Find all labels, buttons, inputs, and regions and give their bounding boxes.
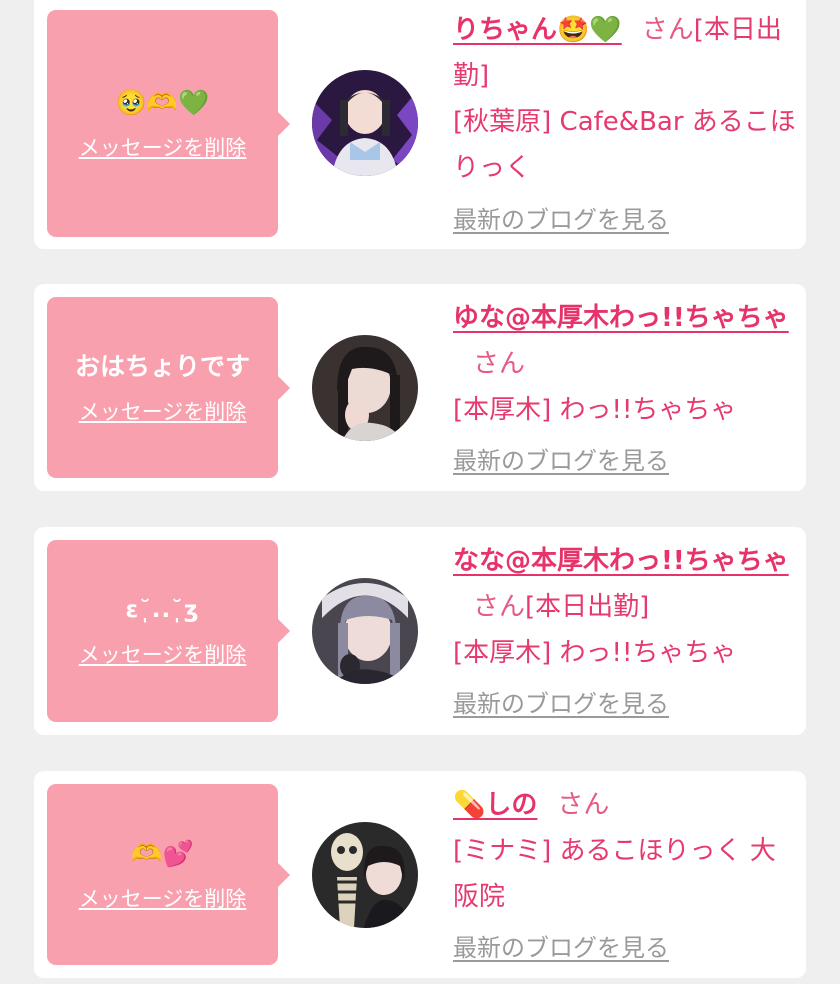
avatar[interactable] xyxy=(312,70,418,176)
delete-message-link[interactable]: メッセージを削除 xyxy=(79,883,247,913)
delete-message-link[interactable]: メッセージを削除 xyxy=(79,639,247,669)
message-card: 🥹🫶💚 メッセージを削除 りちゃん🤩💚 さん[本日出勤] [秋葉原] Cafe&B… xyxy=(34,0,806,249)
honorific: さん xyxy=(473,349,526,379)
cast-name-link[interactable]: ゆな@本厚木わっ!!ちゃちゃ xyxy=(453,303,789,333)
latest-blog-link[interactable]: 最新のブログを見る xyxy=(453,684,669,719)
honorific: さん xyxy=(557,790,610,820)
avatar[interactable] xyxy=(312,335,418,441)
avatar[interactable] xyxy=(312,578,418,684)
message-list: 🥹🫶💚 メッセージを削除 りちゃん🤩💚 さん[本日出勤] [秋葉原] Cafe&B… xyxy=(0,0,840,984)
shop-name: [本厚木] わっ!!ちゃちゃ xyxy=(453,395,737,425)
cast-info: ゆな@本厚木わっ!!ちゃちゃさん [本厚木] わっ!!ちゃちゃ xyxy=(453,295,798,433)
message-card: おはちょりです メッセージを削除 ゆな@本厚木わっ!!ちゃちゃさん [本厚木] … xyxy=(34,284,806,491)
cast-info: なな@本厚木わっ!!ちゃちゃさん[本日出勤] [本厚木] わっ!!ちゃちゃ xyxy=(453,538,798,676)
delete-message-link[interactable]: メッセージを削除 xyxy=(79,396,247,426)
cast-info: 💊しの さん [ミナミ] あるこほりっく 大阪院 xyxy=(453,782,798,920)
message-text: 🥹🫶💚 xyxy=(115,87,210,117)
message-bubble: おはちょりです メッセージを削除 xyxy=(47,297,290,478)
latest-blog-link[interactable]: 最新のブログを見る xyxy=(453,200,669,235)
cast-info: りちゃん🤩💚 さん[本日出勤] [秋葉原] Cafe&Bar あるこほりっく xyxy=(453,7,798,191)
message-text: ε˘̩..˘̩ʒ xyxy=(125,597,200,623)
message-text: おはちょりです xyxy=(74,351,250,381)
attendance-status: [本日出勤] xyxy=(525,592,650,622)
shop-name: [ミナミ] あるこほりっく 大阪院 xyxy=(453,836,776,912)
shop-name: [本厚木] わっ!!ちゃちゃ xyxy=(453,638,737,668)
honorific: さん xyxy=(641,15,694,45)
message-text: 🫶💕 xyxy=(131,838,194,868)
latest-blog-link[interactable]: 最新のブログを見る xyxy=(453,441,669,476)
honorific: さん xyxy=(473,592,526,622)
cast-name-link[interactable]: りちゃん🤩💚 xyxy=(453,15,622,45)
message-card: ε˘̩..˘̩ʒ メッセージを削除 なな@本厚木わっ!!ちゃちゃさん[本日出勤]… xyxy=(34,527,806,735)
cast-name-link[interactable]: 💊しの xyxy=(453,790,537,820)
delete-message-link[interactable]: メッセージを削除 xyxy=(79,132,247,162)
avatar[interactable] xyxy=(312,822,418,928)
message-bubble: 🥹🫶💚 メッセージを削除 xyxy=(47,10,290,237)
latest-blog-link[interactable]: 最新のブログを見る xyxy=(453,928,669,963)
message-bubble: 🫶💕 メッセージを削除 xyxy=(47,784,290,965)
shop-name: [秋葉原] Cafe&Bar あるこほりっく xyxy=(453,107,796,183)
cast-name-link[interactable]: なな@本厚木わっ!!ちゃちゃ xyxy=(453,546,789,576)
message-card: 🫶💕 メッセージを削除 💊しの さん [ミナミ] あるこほりっく 大阪院 最新のブ… xyxy=(34,771,806,978)
message-bubble: ε˘̩..˘̩ʒ メッセージを削除 xyxy=(47,540,290,722)
